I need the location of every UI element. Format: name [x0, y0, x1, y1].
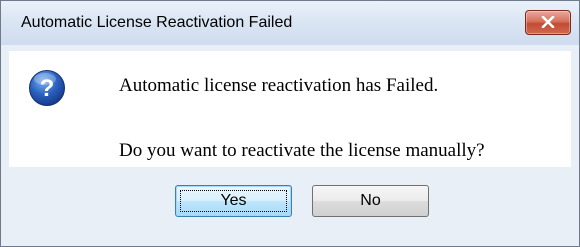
- message-line-2: Do you want to reactivate the license ma…: [119, 140, 485, 161]
- no-button[interactable]: No: [312, 185, 429, 217]
- yes-button[interactable]: Yes: [175, 185, 292, 217]
- dialog-window: Automatic License Reactivation Failed ? …: [0, 0, 580, 247]
- dialog-title: Automatic License Reactivation Failed: [21, 14, 293, 31]
- question-icon: ?: [29, 70, 65, 106]
- close-icon: [541, 16, 555, 28]
- close-button[interactable]: [525, 10, 571, 35]
- title-bar[interactable]: Automatic License Reactivation Failed: [1, 1, 579, 45]
- message-line-1: Automatic license reactivation has Faile…: [119, 75, 439, 96]
- no-button-label: No: [360, 192, 381, 209]
- yes-button-label: Yes: [220, 192, 247, 209]
- svg-text:?: ?: [40, 75, 55, 102]
